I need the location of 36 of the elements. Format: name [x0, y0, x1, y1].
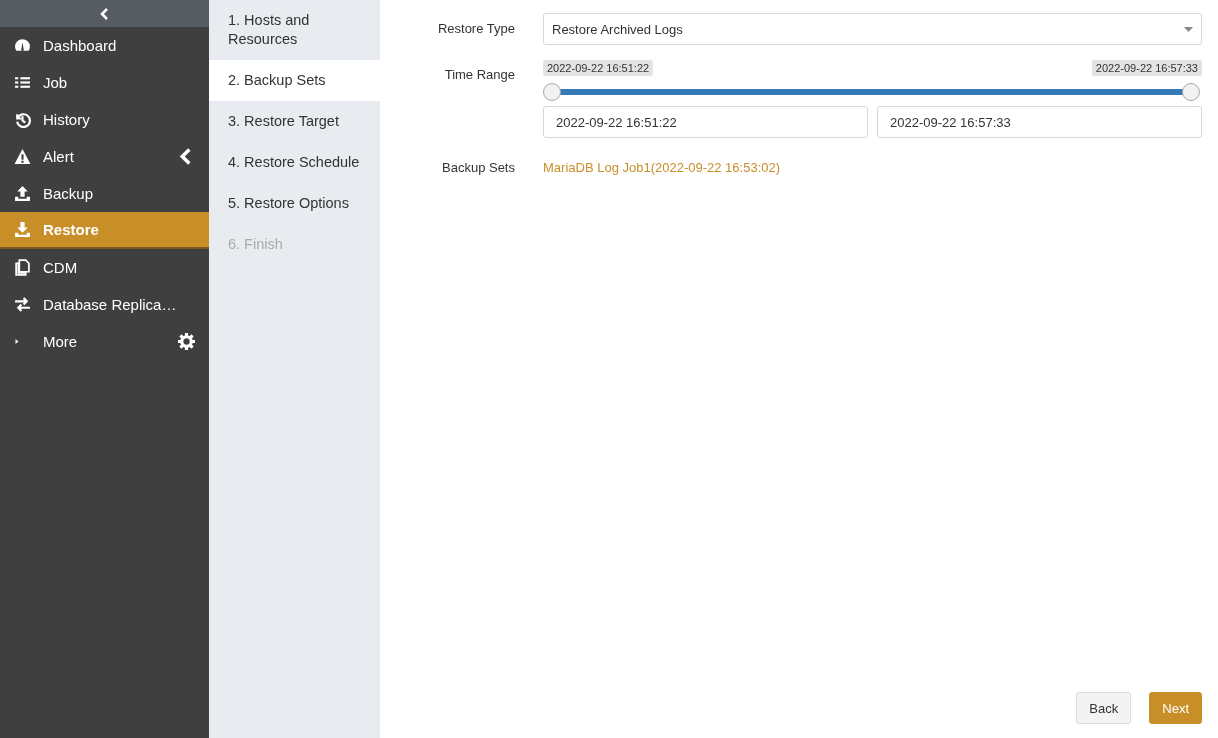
- sidebar-item[interactable]: Database Replica…: [0, 286, 209, 323]
- field-label: Backup Sets: [441, 159, 515, 175]
- wizard-step[interactable]: 4. Restore Schedule: [209, 142, 380, 183]
- wizard-step[interactable]: 3. Restore Target: [209, 101, 380, 142]
- sidebar-item[interactable]: Alert: [0, 138, 209, 175]
- sidebar-item[interactable]: More: [0, 323, 209, 360]
- arrows-icon: [14, 296, 31, 313]
- slider-handle[interactable]: [1182, 83, 1200, 101]
- field-label: Restore Type: [436, 20, 515, 38]
- start-time-input[interactable]: 2022-09-22 16:51:22: [543, 106, 868, 138]
- list-icon: [14, 74, 31, 91]
- range-slider-track[interactable]: [543, 82, 1202, 102]
- warning-icon: [14, 148, 31, 165]
- upload-icon: [14, 185, 31, 202]
- wizard-step[interactable]: 1. Hosts and Resources: [209, 0, 380, 60]
- sidebar-item[interactable]: Job: [0, 64, 209, 101]
- slider-handle[interactable]: [543, 83, 561, 101]
- dashboard-icon: [14, 37, 31, 54]
- history-icon: [14, 111, 31, 128]
- sidebar-item[interactable]: Backup: [0, 175, 209, 212]
- slider-tooltip: 2022-09-22 16:57:33: [1091, 60, 1202, 76]
- sidebar-item[interactable]: History: [0, 101, 209, 138]
- wizard-step[interactable]: 2. Backup Sets: [209, 60, 380, 101]
- settings-icon[interactable]: [178, 333, 195, 350]
- restore-type-dropdown[interactable]: Restore Archived Logs: [543, 13, 1202, 45]
- sidebar-item[interactable]: CDM: [0, 249, 209, 286]
- back-button[interactable]: Back: [1076, 692, 1132, 724]
- copy-icon: [14, 259, 31, 276]
- wizard-step[interactable]: 5. Restore Options: [209, 183, 380, 224]
- download-icon: [14, 221, 31, 238]
- sidebar-item[interactable]: Dashboard: [0, 27, 209, 64]
- chevron-icon: [99, 7, 110, 20]
- end-time-input[interactable]: 2022-09-22 16:57:33: [877, 106, 1202, 138]
- slider-tooltip: 2022-09-22 16:51:22: [543, 60, 654, 76]
- field-label: Time Range: [443, 66, 515, 84]
- dropdown-arrow-icon: [1184, 26, 1193, 32]
